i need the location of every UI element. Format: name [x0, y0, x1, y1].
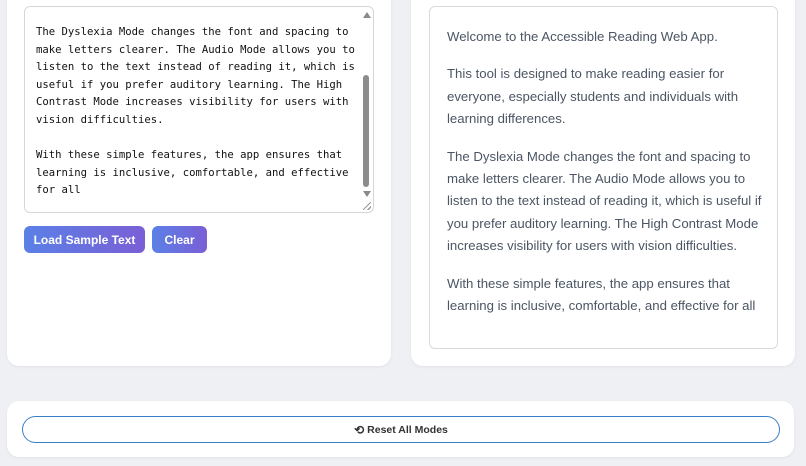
- refresh-icon: ⟲: [354, 422, 365, 437]
- text-input-content[interactable]: The Dyslexia Mode changes the font and s…: [36, 24, 356, 200]
- reading-output-text: Welcome to the Accessible Reading Web Ap…: [447, 26, 765, 332]
- output-paragraph: This tool is designed to make reading ea…: [447, 66, 739, 127]
- scroll-up-arrow-icon[interactable]: [363, 12, 371, 18]
- output-paragraph: Welcome to the Accessible Reading Web Ap…: [447, 29, 718, 44]
- resize-handle-icon[interactable]: [363, 202, 371, 210]
- output-paragraph: With these simple features, the app ensu…: [447, 275, 756, 314]
- output-paragraph: The Dyslexia Mode changes the font and s…: [447, 148, 762, 254]
- load-sample-text-button[interactable]: Load Sample Text: [24, 226, 145, 253]
- clear-button[interactable]: Clear: [152, 226, 207, 253]
- reset-all-modes-button[interactable]: ⟲ Reset All Modes: [22, 416, 780, 443]
- scroll-thumb[interactable]: [363, 75, 369, 187]
- reset-all-modes-label: Reset All Modes: [367, 423, 448, 436]
- textarea-scrollbar[interactable]: [360, 7, 373, 205]
- text-input-area[interactable]: The Dyslexia Mode changes the font and s…: [24, 6, 374, 213]
- scroll-down-arrow-icon[interactable]: [363, 191, 371, 197]
- reading-output-box: Welcome to the Accessible Reading Web Ap…: [429, 6, 778, 349]
